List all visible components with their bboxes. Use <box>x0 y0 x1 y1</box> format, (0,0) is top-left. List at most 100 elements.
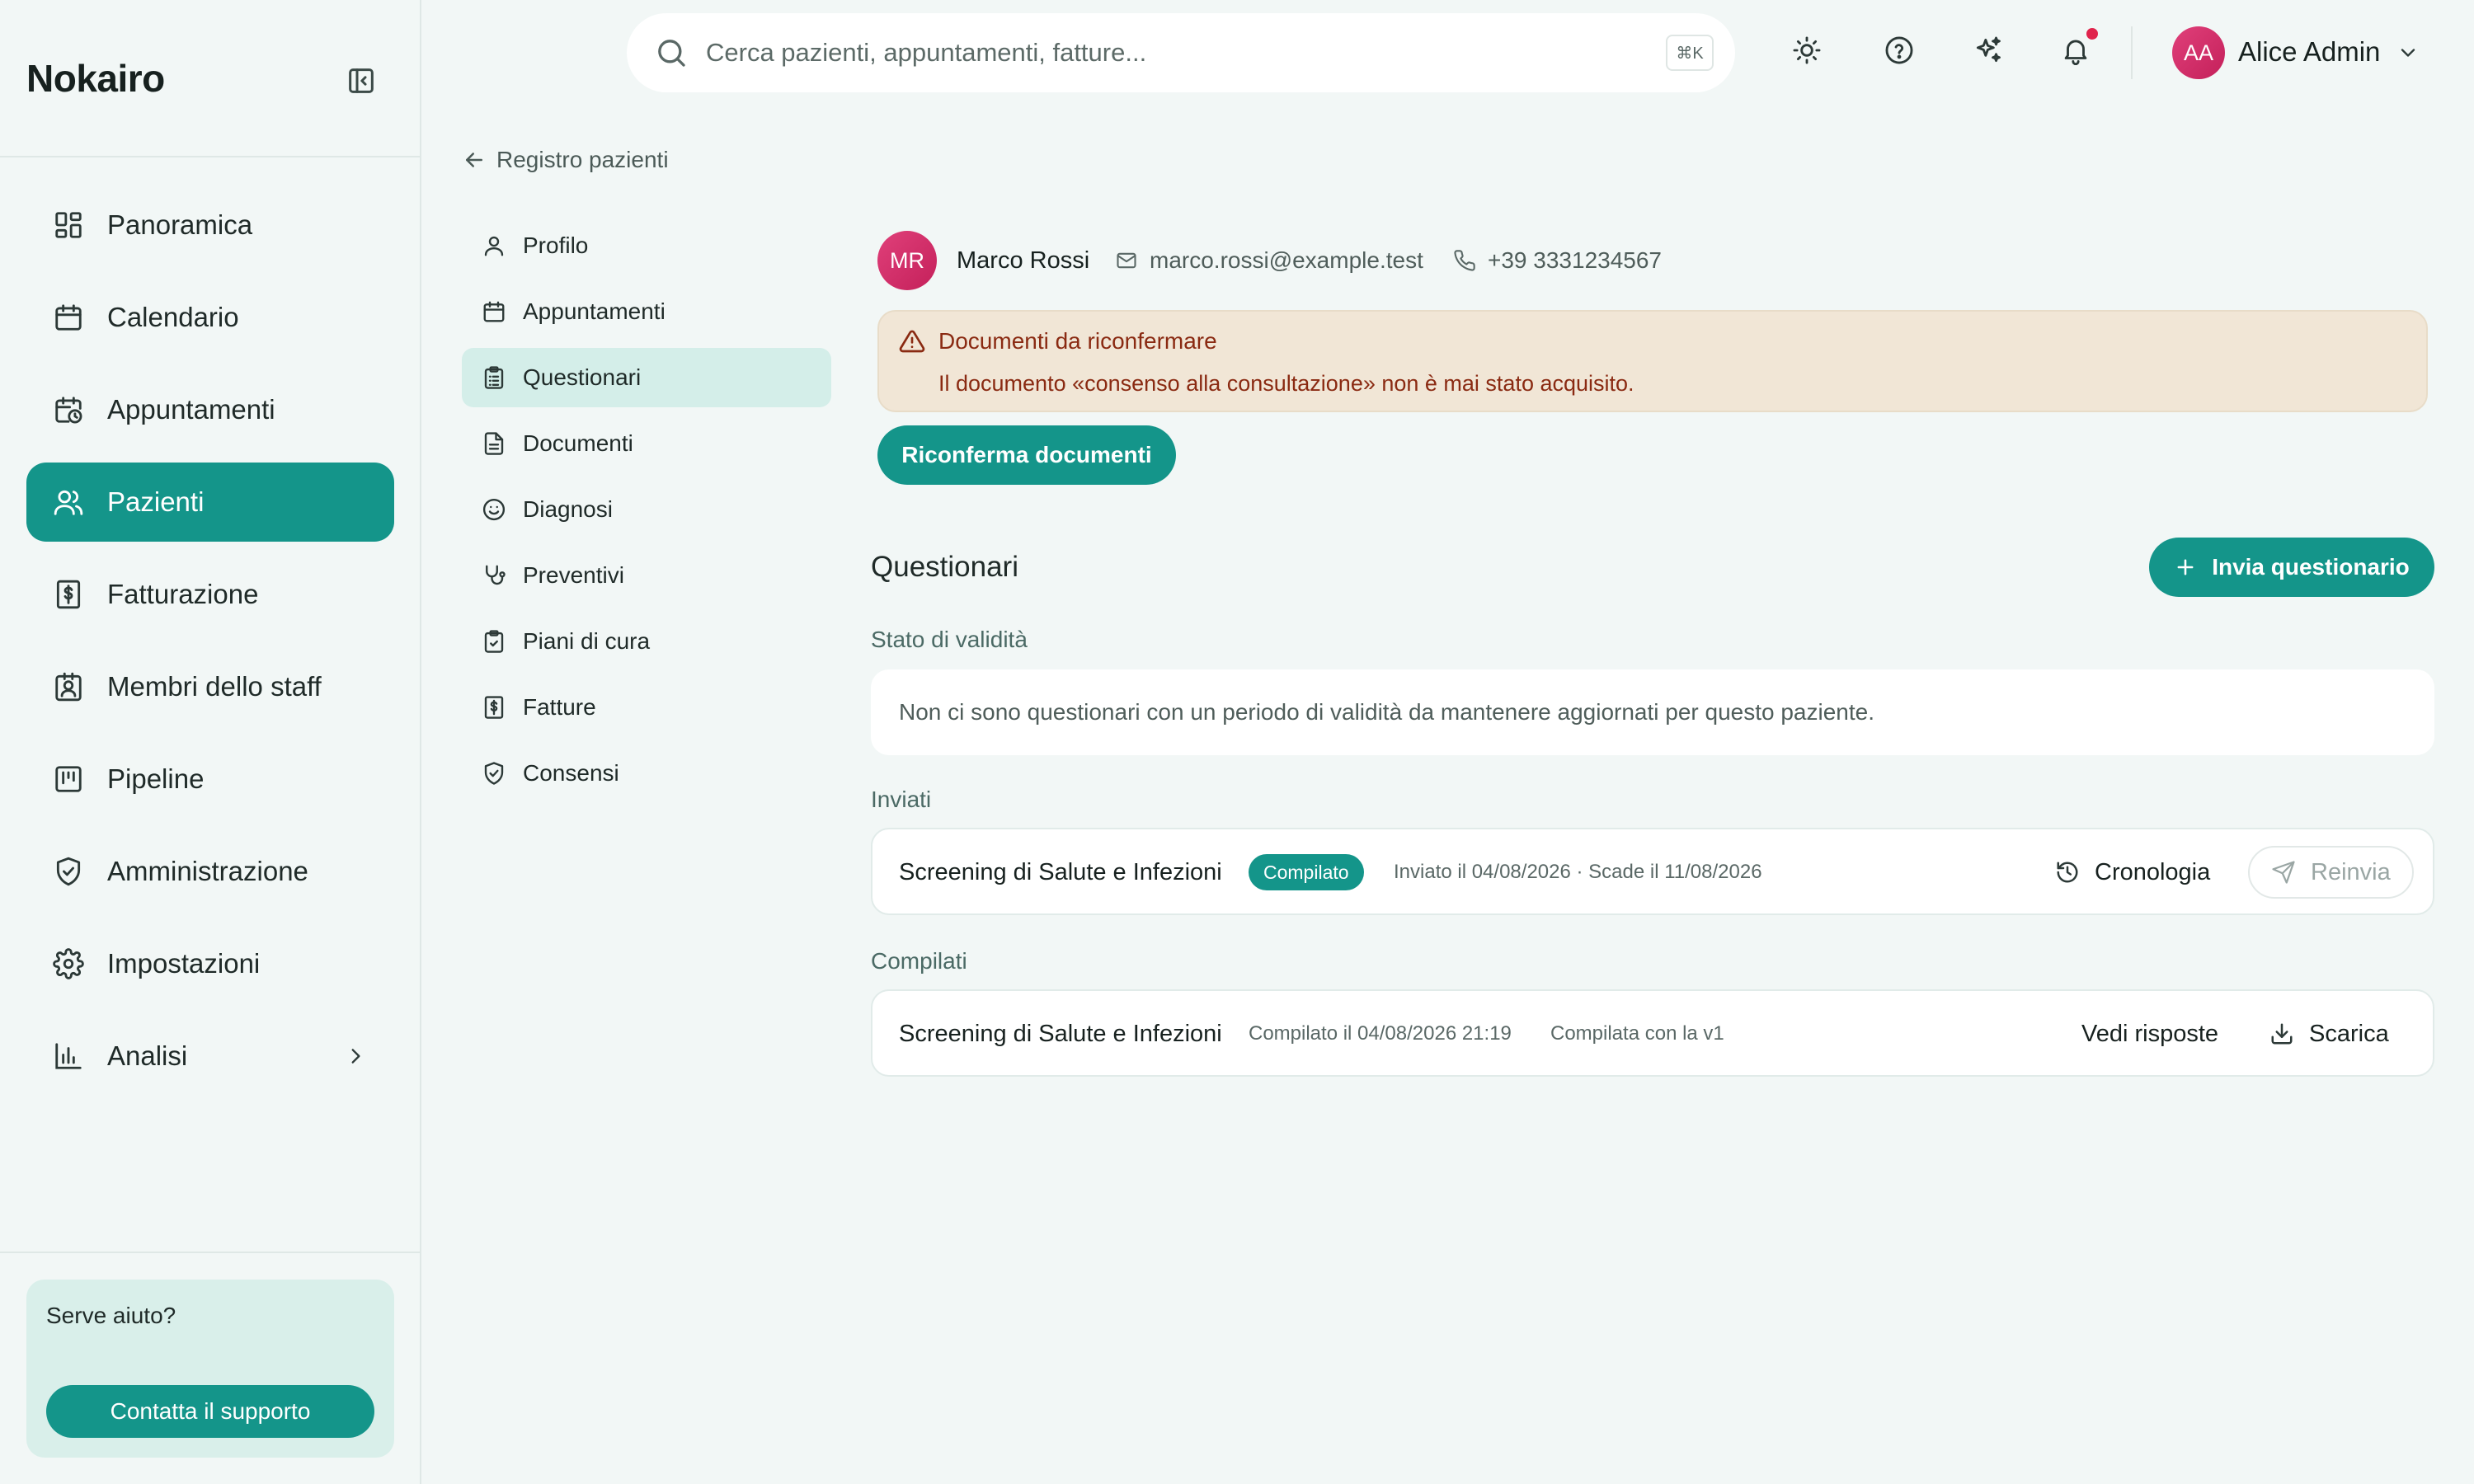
gear-icon <box>53 948 84 979</box>
patient-email-text: marco.rossi@example.test <box>1150 247 1423 273</box>
send-icon <box>2271 860 2296 885</box>
sidebar-collapse-icon[interactable] <box>345 64 378 97</box>
stethoscope-icon <box>482 563 506 588</box>
tab-label: Consensi <box>523 760 619 786</box>
sidebar-item-label: Membri dello staff <box>107 671 322 702</box>
questionnaire-title: Screening di Salute e Infezioni <box>899 1021 1222 1047</box>
clipboard-list-icon <box>482 365 506 390</box>
help-title: Serve aiuto? <box>46 1303 176 1328</box>
search-bar[interactable]: Cerca pazienti, appuntamenti, fatture...… <box>627 13 1735 92</box>
smile-icon <box>482 497 506 522</box>
warning-triangle-icon <box>899 328 925 355</box>
sidebar-item-calendario[interactable]: Calendario <box>26 278 394 357</box>
sidebar-item-fatturazione[interactable]: Fatturazione <box>26 555 394 634</box>
tab-label: Preventivi <box>523 562 624 588</box>
tab-questionari[interactable]: Questionari <box>462 348 831 407</box>
completed-date: Compilato il 04/08/2026 21:19 <box>1249 1022 1512 1045</box>
sidebar-item-label: Panoramica <box>107 209 253 240</box>
help-card: Serve aiuto? Contatta il supporto <box>26 1280 394 1458</box>
plus-icon <box>2174 556 2197 579</box>
badge-icon <box>53 671 84 702</box>
chevron-right-icon <box>345 1045 366 1067</box>
validity-empty-card: Non ci sono questionari con un periodo d… <box>871 669 2434 755</box>
sidebar-item-panoramica[interactable]: Panoramica <box>26 186 394 265</box>
receipt-icon <box>482 695 506 720</box>
back-link-label: Registro pazienti <box>496 147 669 172</box>
calendar-clock-icon <box>53 394 84 425</box>
kanban-icon <box>53 763 84 795</box>
tab-consensi[interactable]: Consensi <box>462 744 831 803</box>
receipt-icon <box>53 579 84 610</box>
sparkles-icon[interactable] <box>1973 35 2004 66</box>
search-icon <box>655 36 688 69</box>
user-avatar[interactable]: AA <box>2172 26 2225 79</box>
patient-subnav: Profilo Appuntamenti Questionari Documen… <box>462 216 831 810</box>
view-answers-button[interactable]: Vedi risposte <box>2081 1016 2218 1052</box>
questionnaire-meta: Inviato il 04/08/2026 · Scade il 11/08/2… <box>1394 861 1762 883</box>
validity-label: Stato di validità <box>871 627 1028 652</box>
shield-check-icon <box>482 761 506 786</box>
sidebar-item-label: Pazienti <box>107 486 205 517</box>
mail-icon <box>1115 249 1138 272</box>
sidebar-item-staff[interactable]: Membri dello staff <box>26 647 394 726</box>
shortcut-hint: ⌘K <box>1666 35 1714 71</box>
documents-alert: Documenti da riconfermare Il documento «… <box>877 310 2428 412</box>
tab-piani-di-cura[interactable]: Piani di cura <box>462 612 831 671</box>
user-icon <box>482 233 506 258</box>
tab-documenti[interactable]: Documenti <box>462 414 831 473</box>
sun-icon[interactable] <box>1791 35 1823 66</box>
tab-fatture[interactable]: Fatture <box>462 678 831 737</box>
brand-logo[interactable]: Nokairo <box>26 56 165 101</box>
patient-name: Marco Rossi <box>957 247 1090 274</box>
contact-support-button[interactable]: Contatta il supporto <box>46 1385 374 1438</box>
shield-check-icon <box>53 856 84 887</box>
back-link[interactable]: Registro pazienti <box>462 147 669 173</box>
history-button[interactable]: Cronologia <box>2055 854 2210 890</box>
patient-phone-text: +39 3331234567 <box>1488 247 1662 273</box>
sidebar-item-analisi[interactable]: Analisi <box>26 1017 394 1096</box>
sidebar-item-pipeline[interactable]: Pipeline <box>26 740 394 819</box>
download-icon <box>2269 1021 2294 1046</box>
arrow-left-icon <box>462 148 487 172</box>
version-text: Compilata con la v1 <box>1550 1022 1724 1045</box>
tab-preventivi[interactable]: Preventivi <box>462 546 831 605</box>
user-name[interactable]: Alice Admin <box>2238 36 2380 68</box>
sent-label: Inviati <box>871 787 932 812</box>
alert-text: Il documento «consenso alla consultazion… <box>938 371 1634 396</box>
patient-phone[interactable]: +39 3331234567 <box>1453 247 1662 274</box>
sidebar-item-label: Calendario <box>107 302 239 332</box>
tab-profilo[interactable]: Profilo <box>462 216 831 275</box>
sidebar-item-label: Amministrazione <box>107 856 308 886</box>
sidebar-item-appuntamenti[interactable]: Appuntamenti <box>26 370 394 449</box>
sidebar-item-pazienti[interactable]: Pazienti <box>26 463 394 542</box>
chevron-down-icon[interactable] <box>2396 41 2420 64</box>
sidebar-item-label: Fatturazione <box>107 579 259 609</box>
bar-chart-icon <box>53 1040 84 1072</box>
search-input[interactable]: Cerca pazienti, appuntamenti, fatture... <box>706 38 1146 68</box>
tab-label: Piani di cura <box>523 628 651 654</box>
reconfirm-documents-button[interactable]: Riconferma documenti <box>877 425 1176 485</box>
resend-label: Reinvia <box>2311 858 2391 885</box>
sidebar-item-impostazioni[interactable]: Impostazioni <box>26 924 394 1003</box>
patient-avatar: MR <box>877 231 937 290</box>
divider <box>2131 26 2133 79</box>
download-button[interactable]: Scarica <box>2269 1016 2389 1052</box>
sidebar: Nokairo Panoramica Calendario Appuntamen… <box>0 0 421 1484</box>
sidebar-item-amministrazione[interactable]: Amministrazione <box>26 832 394 911</box>
patient-email[interactable]: marco.rossi@example.test <box>1115 247 1423 274</box>
tab-diagnosi[interactable]: Diagnosi <box>462 480 831 539</box>
help-circle-icon[interactable] <box>1884 35 1915 66</box>
send-questionnaire-button[interactable]: Invia questionario <box>2149 538 2434 597</box>
notification-badge <box>2086 28 2098 40</box>
calendar-icon <box>482 299 506 324</box>
resend-button[interactable]: Reinvia <box>2248 846 2414 899</box>
divider <box>0 156 421 157</box>
dashboard-icon <box>53 209 84 241</box>
send-questionnaire-label: Invia questionario <box>2212 554 2410 580</box>
sidebar-item-label: Appuntamenti <box>107 394 275 425</box>
bell-icon[interactable] <box>2060 35 2091 66</box>
sent-questionnaire-row: Screening di Salute e Infezioni Compilat… <box>871 828 2434 915</box>
status-badge: Compilato <box>1249 854 1364 890</box>
tab-appuntamenti[interactable]: Appuntamenti <box>462 282 831 341</box>
sidebar-item-label: Analisi <box>107 1040 188 1071</box>
